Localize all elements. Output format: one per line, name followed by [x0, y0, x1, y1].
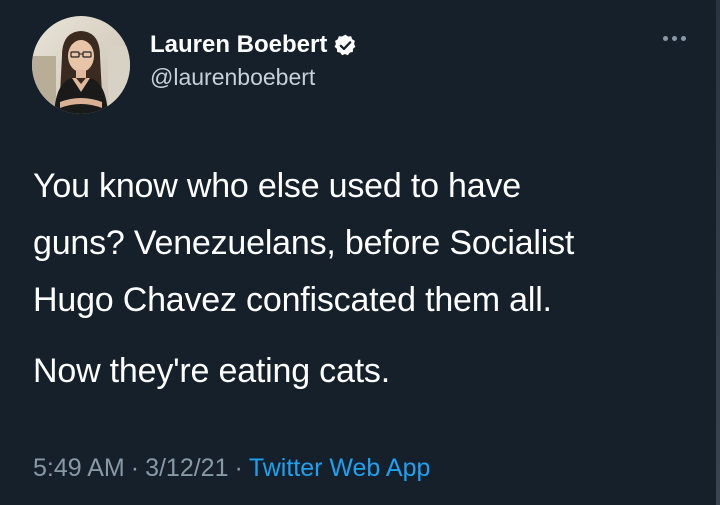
tweet-date[interactable]: 3/12/21	[145, 454, 228, 482]
avatar-image	[32, 16, 130, 114]
meta-separator: ·	[234, 454, 243, 482]
display-name[interactable]: Lauren Boebert	[150, 30, 327, 60]
meta-separator: ·	[130, 454, 140, 482]
tweet-text: You know who else used to have guns? Ven…	[33, 158, 693, 400]
tweet-text-paragraph-2: Now they're eating cats.	[33, 352, 390, 390]
tweet-header: Lauren Boebert @laurenboebert	[32, 16, 358, 114]
author-names: Lauren Boebert @laurenboebert	[150, 30, 358, 92]
tweet-text-line: Hugo Chavez confiscated them all.	[33, 281, 552, 319]
tweet-source-link[interactable]: Twitter Web App	[249, 454, 431, 482]
tweet-meta: 5:49 AM · 3/12/21 · Twitter Web App	[33, 451, 430, 485]
tweet-card: Lauren Boebert @laurenboebert You know w…	[0, 0, 720, 505]
verified-badge-icon	[333, 33, 358, 58]
tweet-text-line: You know who else used to have	[33, 167, 521, 205]
author-handle[interactable]: @laurenboebert	[150, 62, 358, 92]
display-name-row: Lauren Boebert	[150, 30, 358, 60]
avatar[interactable]	[32, 16, 130, 114]
scrollbar-edge	[716, 0, 720, 505]
more-dot	[663, 36, 668, 41]
tweet-time[interactable]: 5:49 AM	[33, 454, 125, 482]
more-dot	[672, 36, 677, 41]
more-dot	[681, 36, 686, 41]
more-horizontal-icon[interactable]	[663, 36, 686, 41]
tweet-text-line: guns? Venezuelans, before Socialist	[33, 224, 575, 262]
